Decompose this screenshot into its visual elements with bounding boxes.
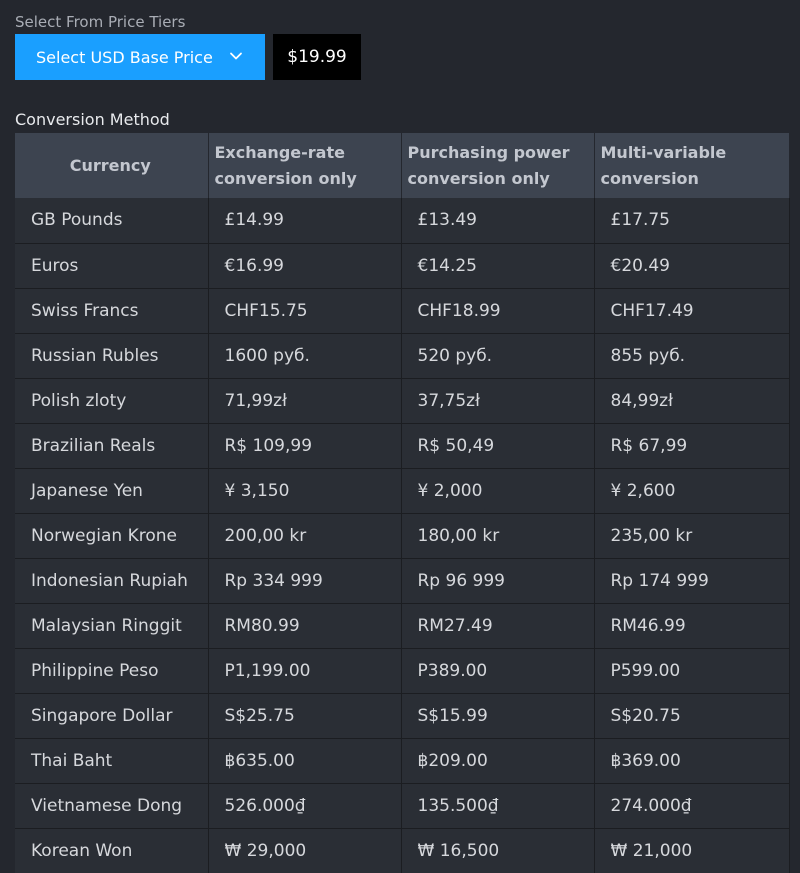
- table-row: Thai Baht ฿635.00 ฿209.00 ฿369.00: [15, 737, 790, 783]
- multi-variable-cell: 84,99zł: [594, 377, 790, 423]
- purchasing-power-cell: RM27.49: [401, 602, 595, 648]
- multi-variable-cell: P599.00: [594, 647, 790, 693]
- conversion-table: Currency Exchange-rate conversion only P…: [15, 133, 790, 873]
- currency-cell: Brazilian Reals: [15, 422, 209, 468]
- table-row: Polish zloty 71,99zł 37,75zł 84,99zł: [15, 377, 790, 423]
- table-row: Philippine Peso P1,199.00 P389.00 P599.00: [15, 647, 790, 693]
- purchasing-power-cell: P389.00: [401, 647, 595, 693]
- purchasing-power-cell: Rp 96 999: [401, 557, 595, 603]
- exchange-rate-cell: P1,199.00: [208, 647, 402, 693]
- currency-cell: Norwegian Krone: [15, 512, 209, 558]
- select-usd-base-price-button[interactable]: Select USD Base Price: [15, 34, 265, 80]
- purchasing-power-cell: R$ 50,49: [401, 422, 595, 468]
- table-row: Euros €16.99 €14.25 €20.49: [15, 242, 790, 288]
- header-multi-variable: Multi-variable conversion: [594, 133, 790, 198]
- table-row: Swiss Francs CHF15.75 CHF18.99 CHF17.49: [15, 287, 790, 333]
- select-button-label: Select USD Base Price: [36, 47, 213, 67]
- purchasing-power-cell: ฿209.00: [401, 737, 595, 783]
- exchange-rate-cell: 1600 руб.: [208, 332, 402, 378]
- price-tiers-label: Select From Price Tiers: [15, 13, 186, 31]
- multi-variable-cell: 235,00 kr: [594, 512, 790, 558]
- exchange-rate-cell: £14.99: [208, 198, 402, 243]
- conversion-method-label: Conversion Method: [15, 110, 170, 129]
- purchasing-power-cell: CHF18.99: [401, 287, 595, 333]
- currency-cell: GB Pounds: [15, 198, 209, 243]
- multi-variable-cell: €20.49: [594, 242, 790, 288]
- currency-cell: Indonesian Rupiah: [15, 557, 209, 603]
- exchange-rate-cell: S$25.75: [208, 692, 402, 738]
- multi-variable-cell: 855 руб.: [594, 332, 790, 378]
- currency-cell: Euros: [15, 242, 209, 288]
- multi-variable-cell: ₩ 21,000: [594, 827, 790, 873]
- currency-cell: Swiss Francs: [15, 287, 209, 333]
- table-row: Korean Won ₩ 29,000 ₩ 16,500 ₩ 21,000: [15, 827, 790, 873]
- multi-variable-cell: ¥ 2,600: [594, 467, 790, 513]
- header-purchasing-power: Purchasing power conversion only: [401, 133, 595, 198]
- table-row: Singapore Dollar S$25.75 S$15.99 S$20.75: [15, 692, 790, 738]
- exchange-rate-cell: CHF15.75: [208, 287, 402, 333]
- exchange-rate-cell: 200,00 kr: [208, 512, 402, 558]
- purchasing-power-cell: 520 руб.: [401, 332, 595, 378]
- currency-cell: Malaysian Ringgit: [15, 602, 209, 648]
- exchange-rate-cell: RM80.99: [208, 602, 402, 648]
- conversion-table-body: GB Pounds £14.99 £13.49 £17.75 Euros €16.99 €1…: [15, 198, 790, 873]
- purchasing-power-cell: 135.500₫: [401, 782, 595, 828]
- exchange-rate-cell: 526.000₫: [208, 782, 402, 828]
- selected-base-price: $19.99: [273, 34, 361, 80]
- table-row: Norwegian Krone 200,00 kr 180,00 kr 235,00 …: [15, 512, 790, 558]
- purchasing-power-cell: €14.25: [401, 242, 595, 288]
- multi-variable-cell: Rp 174 999: [594, 557, 790, 603]
- table-row: GB Pounds £14.99 £13.49 £17.75: [15, 198, 790, 243]
- table-row: Vietnamese Dong 526.000₫ 135.500₫ 274.000₫: [15, 782, 790, 828]
- purchasing-power-cell: ¥ 2,000: [401, 467, 595, 513]
- currency-cell: Russian Rubles: [15, 332, 209, 378]
- exchange-rate-cell: 71,99zł: [208, 377, 402, 423]
- table-row: Malaysian Ringgit RM80.99 RM27.49 RM46.99: [15, 602, 790, 648]
- currency-cell: Korean Won: [15, 827, 209, 873]
- table-row: Russian Rubles 1600 руб. 520 руб. 855 руб.: [15, 332, 790, 378]
- multi-variable-cell: CHF17.49: [594, 287, 790, 333]
- currency-cell: Thai Baht: [15, 737, 209, 783]
- currency-cell: Polish zloty: [15, 377, 209, 423]
- table-row: Indonesian Rupiah Rp 334 999 Rp 96 999 Rp 1…: [15, 557, 790, 603]
- currency-cell: Japanese Yen: [15, 467, 209, 513]
- exchange-rate-cell: ¥ 3,150: [208, 467, 402, 513]
- multi-variable-cell: R$ 67,99: [594, 422, 790, 468]
- multi-variable-cell: 274.000₫: [594, 782, 790, 828]
- multi-variable-cell: ฿369.00: [594, 737, 790, 783]
- exchange-rate-cell: Rp 334 999: [208, 557, 402, 603]
- table-header-row: Currency Exchange-rate conversion only P…: [15, 133, 790, 198]
- currency-cell: Singapore Dollar: [15, 692, 209, 738]
- exchange-rate-cell: ฿635.00: [208, 737, 402, 783]
- purchasing-power-cell: 180,00 kr: [401, 512, 595, 558]
- chevron-down-icon: [230, 52, 242, 60]
- purchasing-power-cell: ₩ 16,500: [401, 827, 595, 873]
- currency-cell: Philippine Peso: [15, 647, 209, 693]
- multi-variable-cell: RM46.99: [594, 602, 790, 648]
- multi-variable-cell: S$20.75: [594, 692, 790, 738]
- header-exchange-rate: Exchange-rate conversion only: [208, 133, 402, 198]
- multi-variable-cell: £17.75: [594, 198, 790, 243]
- table-row: Brazilian Reals R$ 109,99 R$ 50,49 R$ 67,99: [15, 422, 790, 468]
- exchange-rate-cell: €16.99: [208, 242, 402, 288]
- table-row: Japanese Yen ¥ 3,150 ¥ 2,000 ¥ 2,600: [15, 467, 790, 513]
- currency-cell: Vietnamese Dong: [15, 782, 209, 828]
- purchasing-power-cell: S$15.99: [401, 692, 595, 738]
- purchasing-power-cell: £13.49: [401, 198, 595, 243]
- exchange-rate-cell: ₩ 29,000: [208, 827, 402, 873]
- exchange-rate-cell: R$ 109,99: [208, 422, 402, 468]
- header-currency: Currency: [15, 133, 209, 198]
- purchasing-power-cell: 37,75zł: [401, 377, 595, 423]
